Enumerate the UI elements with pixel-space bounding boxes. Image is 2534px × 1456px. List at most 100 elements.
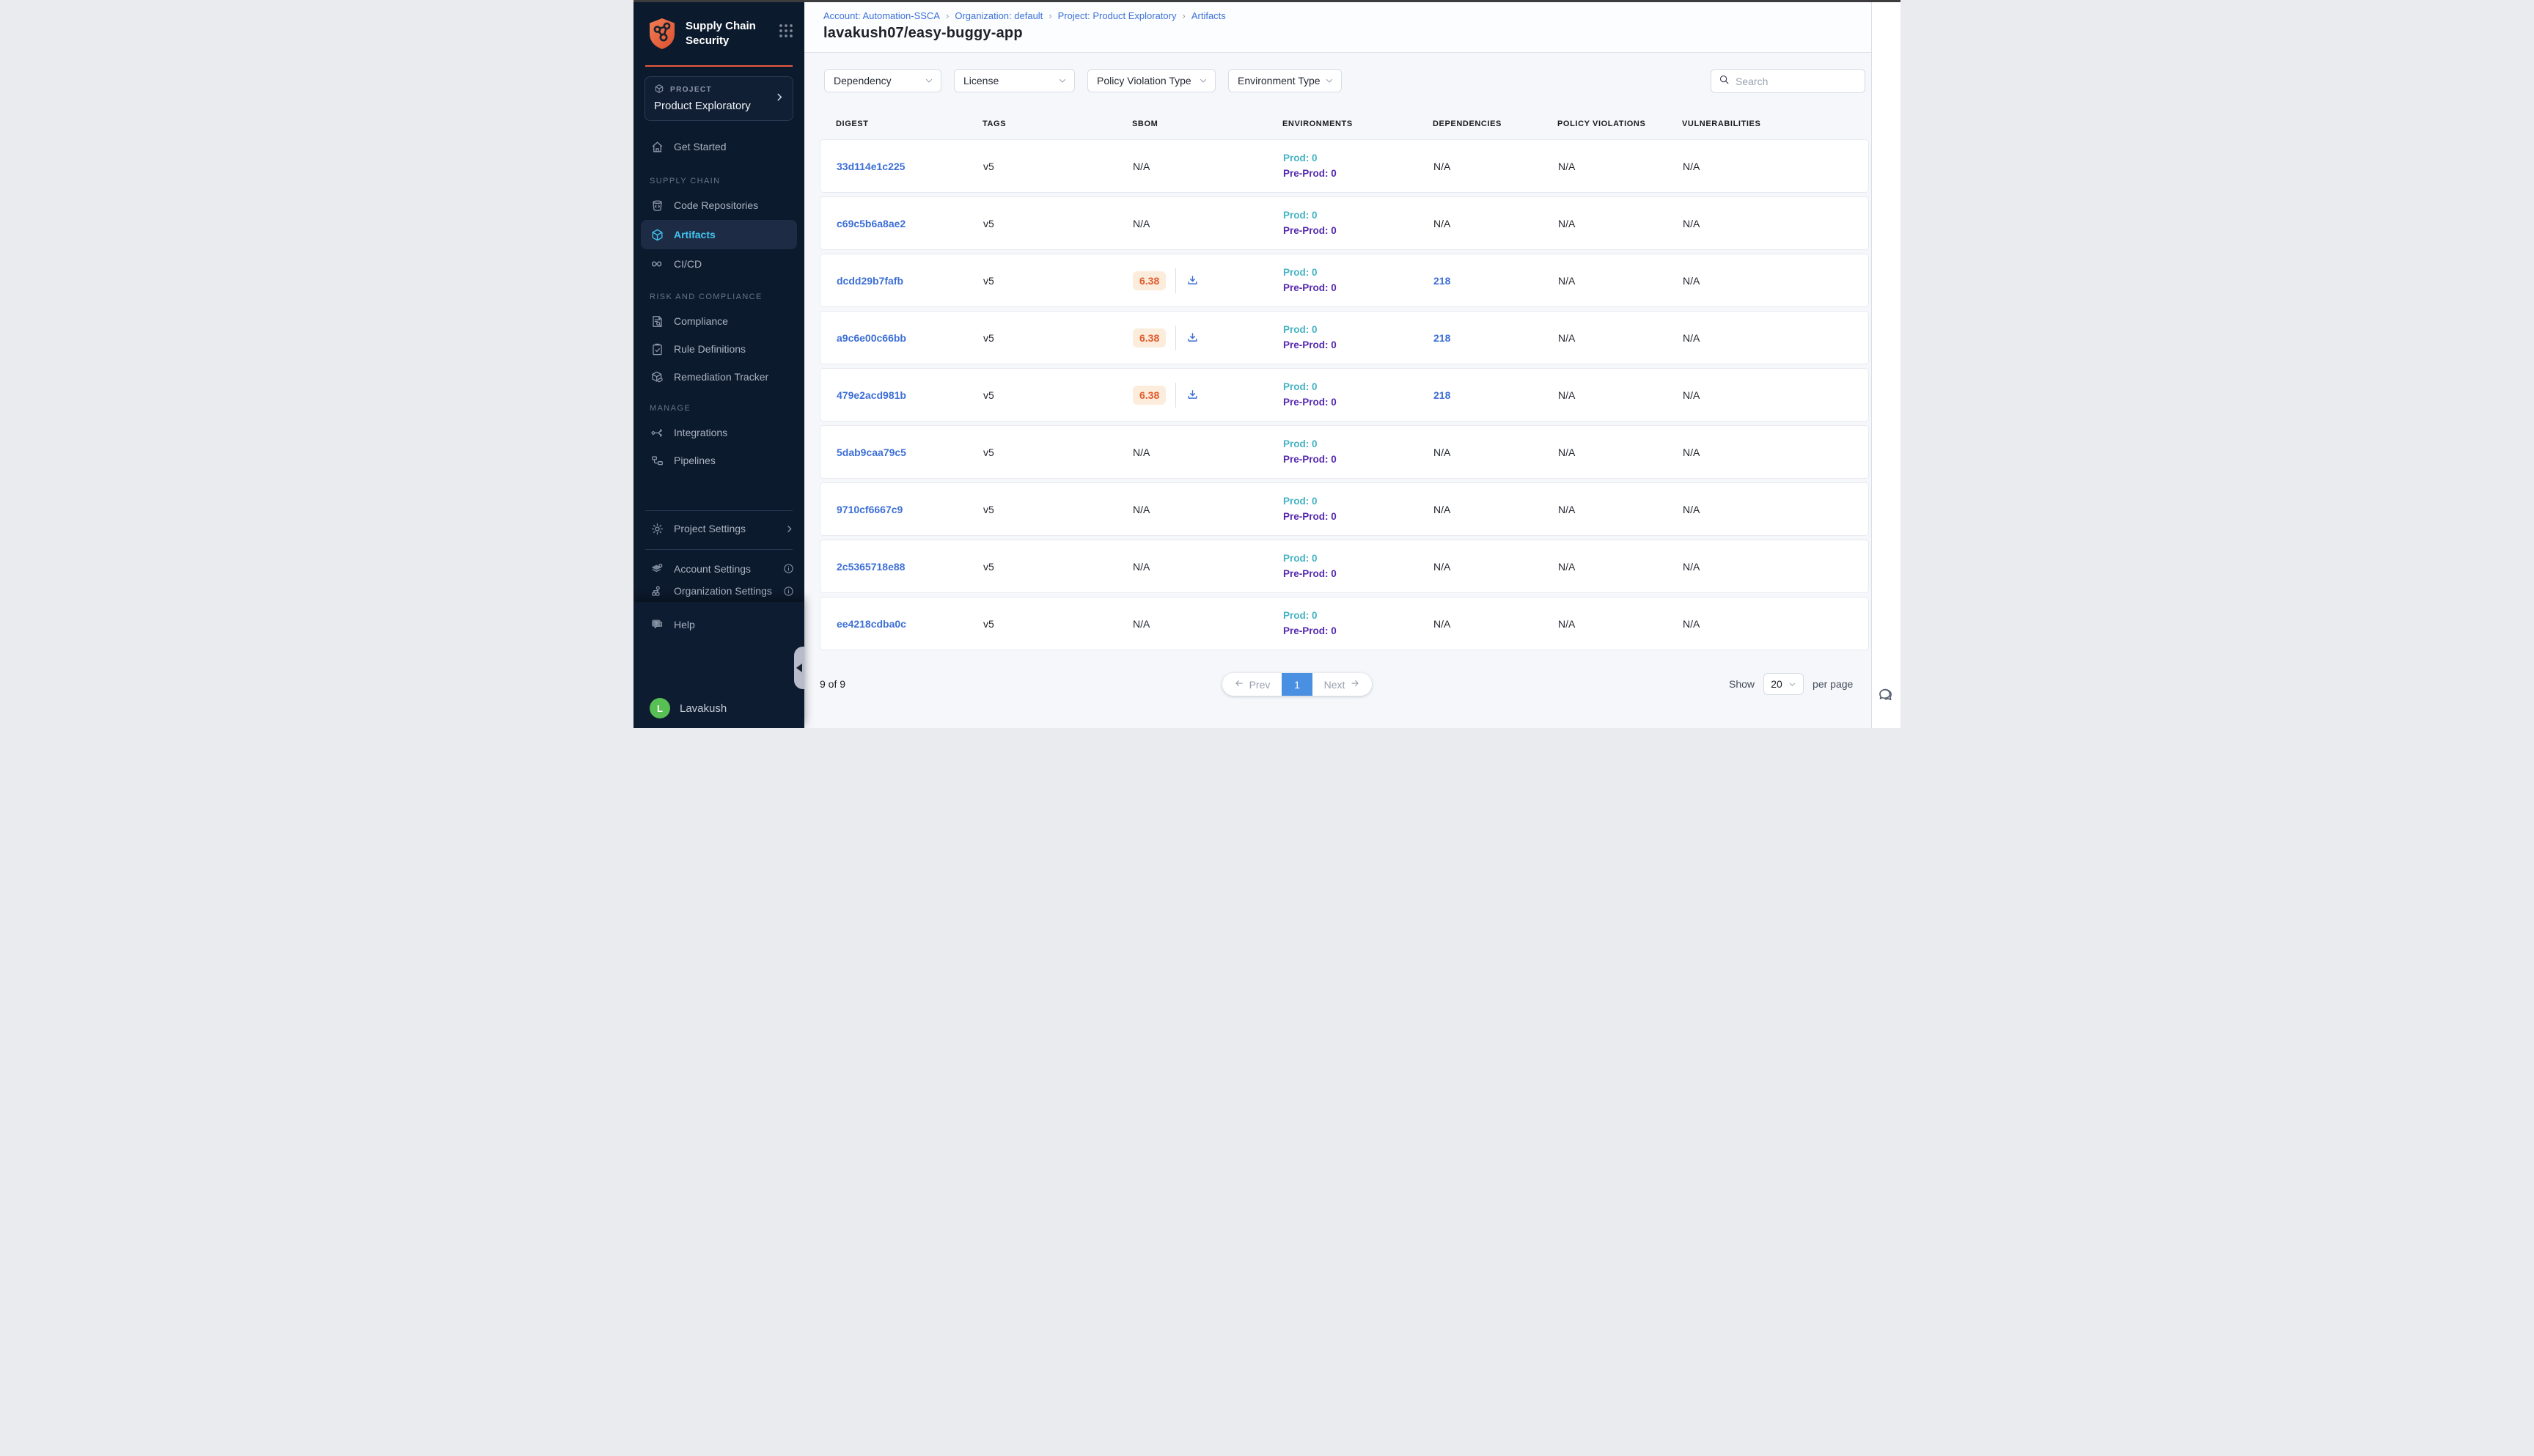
digest-link[interactable]: 5dab9caa79c5 <box>837 446 906 458</box>
digest-link[interactable]: 33d114e1c225 <box>837 161 905 172</box>
sidebar-item-rule-definitions[interactable]: Rule Definitions <box>634 335 804 363</box>
user-menu[interactable]: L Lavakush <box>634 694 804 722</box>
dropdown-label: Dependency <box>834 75 892 87</box>
sidebar-item-label: Integrations <box>674 427 727 438</box>
arrow-left-icon <box>1234 678 1244 691</box>
sidebar-item-integrations[interactable]: Integrations <box>634 419 804 446</box>
preprod-count: Pre-Prod: 0 <box>1283 624 1433 639</box>
sidebar-item-project-settings[interactable]: Project Settings <box>634 518 804 540</box>
breadcrumb-organization-link[interactable]: Organization: default <box>955 10 1043 21</box>
digest-link[interactable]: 2c5365718e88 <box>837 561 905 573</box>
prod-count: Prod: 0 <box>1283 551 1433 567</box>
breadcrumb-artifacts-link[interactable]: Artifacts <box>1191 10 1226 21</box>
remediation-box-pill-icon <box>650 369 664 384</box>
dependencies-value: N/A <box>1433 504 1450 515</box>
feedback-chat-icon[interactable] <box>1877 685 1897 709</box>
vulnerabilities-cell: N/A <box>1683 332 1868 344</box>
sbom-cell: N/A <box>1133 446 1283 458</box>
sidebar-item-label: Account Settings <box>674 563 751 575</box>
table-row: ee4218cdba0c v5 N/A Prod: 0 Pre-Prod: 0 … <box>820 597 1869 650</box>
digest-link[interactable]: 9710cf6667c9 <box>837 504 903 515</box>
sbom-na: N/A <box>1133 446 1150 458</box>
prod-count: Prod: 0 <box>1283 437 1433 452</box>
sidebar-item-pipelines[interactable]: Pipelines <box>634 446 804 474</box>
document-search-icon <box>650 314 664 328</box>
sidebar-item-label: Organization Settings <box>674 585 772 597</box>
environment-type-filter-dropdown[interactable]: Environment Type <box>1228 69 1342 92</box>
dependencies-value[interactable]: 218 <box>1433 275 1450 287</box>
prod-count: Prod: 0 <box>1283 323 1433 338</box>
sidebar-item-artifacts[interactable]: Artifacts <box>641 220 797 249</box>
environments-cell: Prod: 0 Pre-Prod: 0 <box>1283 380 1433 411</box>
cicd-infinity-icon <box>650 257 664 271</box>
sidebar-item-organization-settings[interactable]: Organization Settings <box>634 580 804 602</box>
table-row: 479e2acd981b v5 6.38 Prod: 0 Pre-Prod: 0… <box>820 368 1869 422</box>
info-icon[interactable] <box>783 563 794 574</box>
sbom-score-group: 6.38 <box>1133 383 1199 408</box>
sbom-cell-divider <box>1175 268 1176 293</box>
prod-count: Prod: 0 <box>1283 151 1433 166</box>
breadcrumb-account-link[interactable]: Account: Automation-SSCA <box>823 10 940 21</box>
policy-violations-cell: N/A <box>1558 161 1683 172</box>
chevron-right-icon <box>774 92 785 106</box>
right-gutter <box>1871 2 1900 728</box>
prod-count: Prod: 0 <box>1283 380 1433 395</box>
download-sbom-icon[interactable] <box>1186 274 1199 287</box>
sidebar-footer: ? Help L Lavakush <box>634 602 804 728</box>
preprod-count: Pre-Prod: 0 <box>1283 281 1433 296</box>
page-number-button[interactable]: 1 <box>1282 673 1312 696</box>
tag-cell: v5 <box>983 275 1133 287</box>
preprod-count: Pre-Prod: 0 <box>1283 166 1433 182</box>
sidebar-item-account-settings[interactable]: Account Settings <box>634 558 804 580</box>
table-row: 33d114e1c225 v5 N/A Prod: 0 Pre-Prod: 0 … <box>820 139 1869 193</box>
search-input[interactable] <box>1736 76 1857 87</box>
page-title: lavakush07/easy-buggy-app <box>823 25 1871 42</box>
page-size-select[interactable]: 20 <box>1763 673 1804 695</box>
product-name: Supply Chain Security <box>686 17 778 48</box>
sidebar-item-get-started[interactable]: Get Started <box>634 133 804 161</box>
digest-link[interactable]: dcdd29b7fafb <box>837 275 903 287</box>
dependencies-value[interactable]: 218 <box>1433 389 1450 401</box>
digest-link[interactable]: 479e2acd981b <box>837 389 906 401</box>
dependency-filter-dropdown[interactable]: Dependency <box>824 69 941 92</box>
search-box <box>1711 69 1865 93</box>
sidebar-item-remediation-tracker[interactable]: Remediation Tracker <box>634 363 804 391</box>
digest-link[interactable]: a9c6e00c66bb <box>837 332 906 344</box>
section-label-supply-chain: SUPPLY CHAIN <box>634 177 804 185</box>
next-page-button[interactable]: Next <box>1312 673 1372 696</box>
vulnerabilities-cell: N/A <box>1683 275 1868 287</box>
sidebar-item-label: Project Settings <box>674 523 746 534</box>
prev-label: Prev <box>1249 679 1271 691</box>
project-cube-icon <box>654 84 664 96</box>
policy-violation-type-filter-dropdown[interactable]: Policy Violation Type <box>1087 69 1216 92</box>
dependencies-value[interactable]: 218 <box>1433 332 1450 344</box>
dependencies-cell: 218 <box>1433 389 1558 401</box>
sidebar-collapse-handle[interactable] <box>794 647 804 689</box>
digest-cell: dcdd29b7fafb <box>837 275 983 287</box>
prev-page-button[interactable]: Prev <box>1222 673 1282 696</box>
info-icon[interactable] <box>783 586 794 597</box>
license-filter-dropdown[interactable]: License <box>954 69 1075 92</box>
preprod-count: Pre-Prod: 0 <box>1283 452 1433 468</box>
dependencies-cell: 218 <box>1433 275 1558 287</box>
download-sbom-icon[interactable] <box>1186 331 1199 344</box>
download-sbom-icon[interactable] <box>1186 389 1199 401</box>
policy-violations-cell: N/A <box>1558 504 1683 515</box>
digest-link[interactable]: c69c5b6a8ae2 <box>837 218 906 229</box>
sidebar-item-cicd[interactable]: CI/CD <box>634 250 804 278</box>
layers-gear-icon <box>650 562 664 576</box>
digest-link[interactable]: ee4218cdba0c <box>837 618 906 630</box>
vulnerabilities-cell: N/A <box>1683 618 1868 630</box>
help-button[interactable]: ? Help <box>634 611 804 639</box>
column-header-dependencies: DEPENDENCIES <box>1433 120 1557 128</box>
project-selector[interactable]: PROJECT Product Exploratory <box>644 76 793 121</box>
sidebar-item-code-repositories[interactable]: Code Repositories <box>634 191 804 219</box>
sbom-cell-divider <box>1175 326 1176 350</box>
app-switcher-grid-icon[interactable] <box>778 23 794 43</box>
sidebar-item-compliance[interactable]: Compliance <box>634 307 804 335</box>
sbom-na: N/A <box>1133 618 1150 630</box>
breadcrumb-project-link[interactable]: Project: Product Exploratory <box>1058 10 1177 21</box>
dependencies-value: N/A <box>1433 218 1450 229</box>
digest-cell: c69c5b6a8ae2 <box>837 218 983 229</box>
sidebar: Supply Chain Security PROJECT <box>634 2 804 728</box>
